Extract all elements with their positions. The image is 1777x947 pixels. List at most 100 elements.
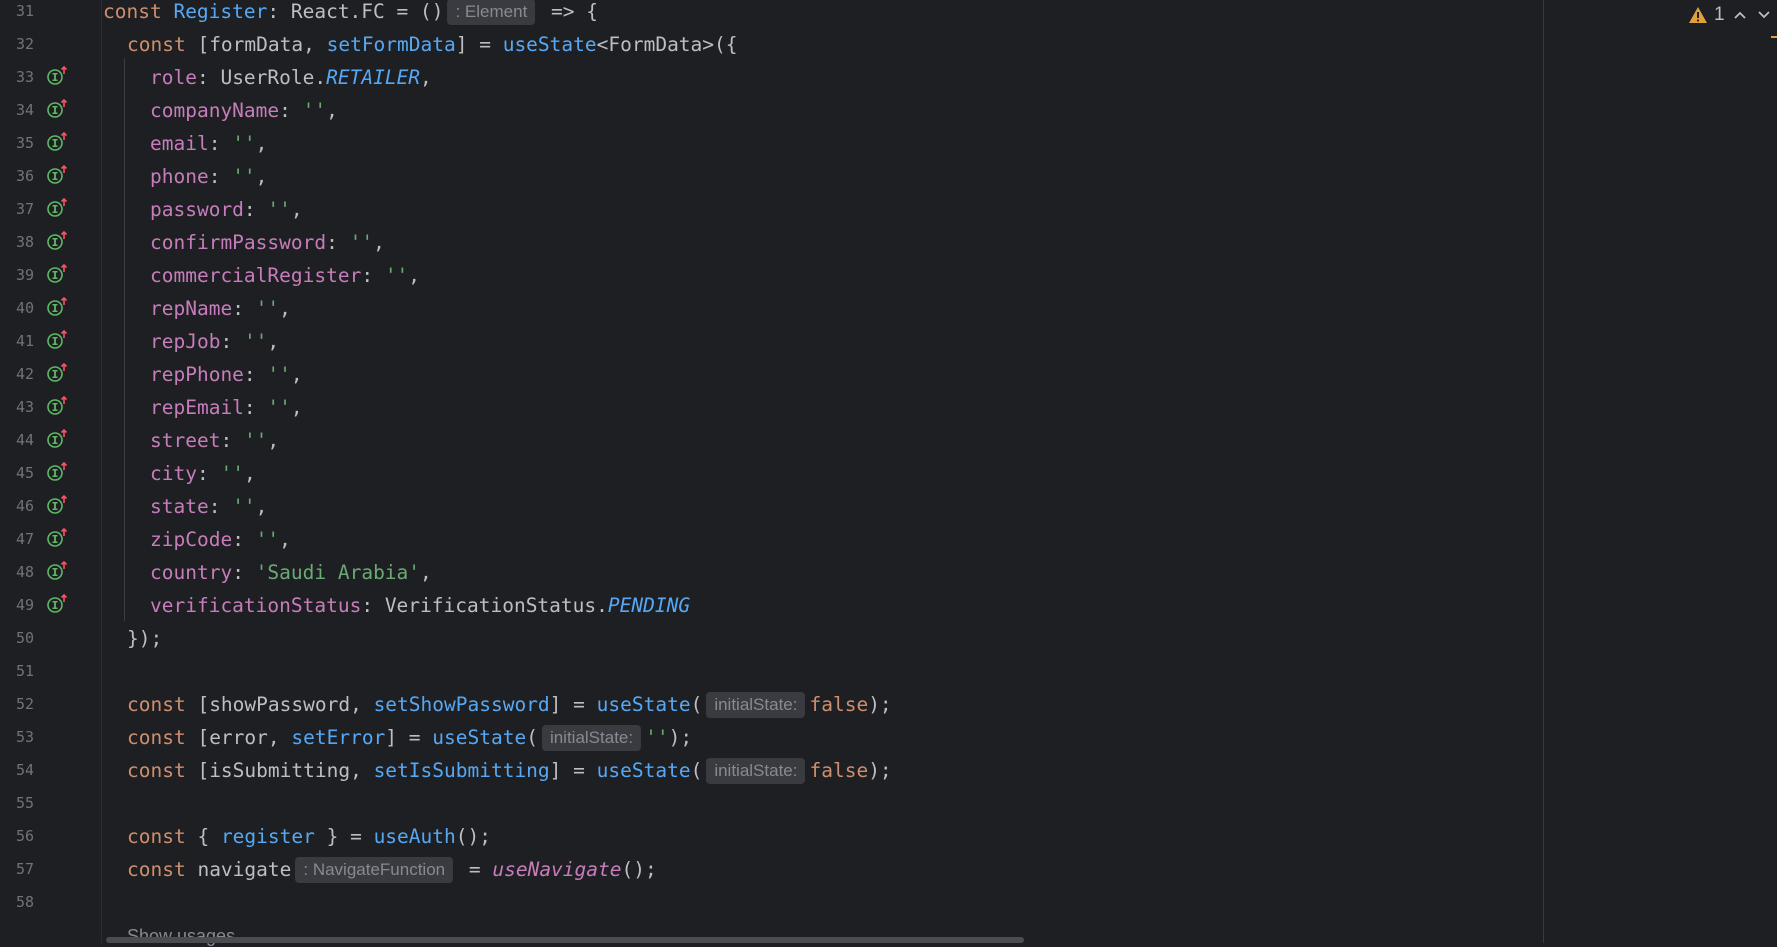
implements-member-icon[interactable] bbox=[46, 362, 68, 384]
code-line-field[interactable]: repJob: '', bbox=[150, 325, 279, 358]
line-number[interactable]: 35 bbox=[0, 127, 34, 160]
implements-member-icon[interactable] bbox=[46, 263, 68, 285]
implements-member-icon[interactable] bbox=[46, 230, 68, 252]
line-number[interactable]: 41 bbox=[0, 325, 34, 358]
implements-member-icon[interactable] bbox=[46, 98, 68, 120]
implements-member-icon[interactable] bbox=[46, 494, 68, 516]
line-number[interactable]: 47 bbox=[0, 523, 34, 556]
inspection-widget[interactable]: 1 bbox=[1688, 2, 1773, 28]
line-number[interactable]: 58 bbox=[0, 886, 34, 919]
code-line-32[interactable]: const [formData, setFormData] = useState… bbox=[127, 28, 738, 61]
line-number[interactable]: 53 bbox=[0, 721, 34, 754]
warning-triangle-icon[interactable] bbox=[1688, 6, 1708, 24]
code-line-54[interactable]: const [isSubmitting, setIsSubmitting] = … bbox=[127, 754, 892, 787]
code-editor[interactable]: 31 32 33 34 35 36 37 38 39 40 41 42 43 44 45 46 47 48 49 50… bbox=[0, 0, 1777, 946]
code-text: (); bbox=[621, 858, 657, 881]
line-number[interactable]: 46 bbox=[0, 490, 34, 523]
code-line-56[interactable]: const { register } = useAuth(); bbox=[127, 820, 491, 853]
chevron-up-icon[interactable] bbox=[1731, 4, 1749, 26]
param-hint[interactable]: initialState: bbox=[706, 758, 806, 784]
line-number[interactable]: 36 bbox=[0, 160, 34, 193]
line-number[interactable]: 52 bbox=[0, 688, 34, 721]
gutter-separator bbox=[101, 0, 102, 943]
code-line-field[interactable]: email: '', bbox=[150, 127, 267, 160]
property-key: password bbox=[150, 198, 244, 221]
code-line-field[interactable]: repName: '', bbox=[150, 292, 291, 325]
param-hint[interactable]: initialState: bbox=[706, 692, 806, 718]
code-line-field[interactable]: password: '', bbox=[150, 193, 303, 226]
horizontal-scrollbar[interactable] bbox=[106, 937, 1024, 943]
line-number[interactable]: 49 bbox=[0, 589, 34, 622]
line-number[interactable]: 33 bbox=[0, 61, 34, 94]
property-key: commercialRegister bbox=[150, 264, 362, 287]
type-hint[interactable]: : NavigateFunction bbox=[295, 857, 454, 883]
line-number[interactable]: 50 bbox=[0, 622, 34, 655]
string-literal: '' bbox=[220, 462, 244, 485]
code-line-field[interactable]: repPhone: '', bbox=[150, 358, 303, 391]
type-hint[interactable]: : Element bbox=[447, 0, 536, 25]
line-number[interactable]: 37 bbox=[0, 193, 34, 226]
code-line-field[interactable]: state: '', bbox=[150, 490, 267, 523]
code-text: : bbox=[232, 561, 256, 584]
property-key: state bbox=[150, 495, 209, 518]
param-hint[interactable]: initialState: bbox=[541, 725, 642, 751]
implements-member-icon[interactable] bbox=[46, 296, 68, 318]
code-line-52[interactable]: const [showPassword, setShowPassword] = … bbox=[127, 688, 892, 721]
line-number[interactable]: 48 bbox=[0, 556, 34, 589]
code-line-53[interactable]: const [error, setError] = useState(initi… bbox=[127, 721, 692, 754]
property-key: confirmPassword bbox=[150, 231, 327, 254]
keyword: const bbox=[103, 0, 174, 23]
warning-count[interactable]: 1 bbox=[1714, 4, 1725, 26]
line-number[interactable]: 32 bbox=[0, 28, 34, 61]
line-number[interactable]: 43 bbox=[0, 391, 34, 424]
implements-member-icon[interactable] bbox=[46, 560, 68, 582]
line-number[interactable]: 51 bbox=[0, 655, 34, 688]
line-number[interactable]: 57 bbox=[0, 853, 34, 886]
implements-member-icon[interactable] bbox=[46, 65, 68, 87]
implements-member-icon[interactable] bbox=[46, 329, 68, 351]
code-line-field[interactable]: confirmPassword: '', bbox=[150, 226, 385, 259]
line-number[interactable]: 55 bbox=[0, 787, 34, 820]
line-number[interactable]: 54 bbox=[0, 754, 34, 787]
line-number[interactable]: 44 bbox=[0, 424, 34, 457]
line-number[interactable]: 38 bbox=[0, 226, 34, 259]
implements-member-icon[interactable] bbox=[46, 428, 68, 450]
property-key: repEmail bbox=[150, 396, 244, 419]
line-number[interactable]: 34 bbox=[0, 94, 34, 127]
line-number[interactable]: 45 bbox=[0, 457, 34, 490]
line-number[interactable]: 40 bbox=[0, 292, 34, 325]
code-text: : bbox=[326, 231, 350, 254]
code-line-50[interactable]: }); bbox=[127, 622, 162, 655]
hook-name: useState bbox=[502, 33, 597, 56]
line-number[interactable]: 31 bbox=[0, 0, 34, 28]
line-number[interactable]: 42 bbox=[0, 358, 34, 391]
code-line-57[interactable]: const navigate: NavigateFunction = useNa… bbox=[127, 853, 657, 886]
code-line-field[interactable]: phone: '', bbox=[150, 160, 267, 193]
implements-member-icon[interactable] bbox=[46, 197, 68, 219]
code-line-field[interactable]: repEmail: '', bbox=[150, 391, 303, 424]
code-text: }); bbox=[127, 627, 163, 650]
code-line-field[interactable]: commercialRegister: '', bbox=[150, 259, 420, 292]
implements-member-icon[interactable] bbox=[46, 527, 68, 549]
line-number[interactable]: 56 bbox=[0, 820, 34, 853]
code-line-field[interactable]: country: 'Saudi Arabia', bbox=[150, 556, 432, 589]
line-number[interactable]: 39 bbox=[0, 259, 34, 292]
code-line-31[interactable]: const Register: React.FC = (): Element =… bbox=[103, 0, 598, 28]
implements-member-icon[interactable] bbox=[46, 395, 68, 417]
implements-member-icon[interactable] bbox=[46, 164, 68, 186]
hook-name: useState bbox=[596, 693, 691, 716]
code-line-field[interactable]: city: '', bbox=[150, 457, 256, 490]
implements-member-icon[interactable] bbox=[46, 461, 68, 483]
implements-member-icon[interactable] bbox=[46, 131, 68, 153]
chevron-down-icon[interactable] bbox=[1755, 4, 1773, 26]
string-literal: '' bbox=[243, 429, 268, 452]
code-line-field[interactable]: verificationStatus: VerificationStatus.P… bbox=[150, 589, 690, 622]
code-line-field[interactable]: street: '', bbox=[150, 424, 279, 457]
code-line-field[interactable]: companyName: '', bbox=[150, 94, 338, 127]
scrollbar-warning-mark[interactable] bbox=[1771, 36, 1777, 38]
code-text: ] = bbox=[549, 693, 597, 716]
code-line-field[interactable]: role: UserRole.RETAILER, bbox=[150, 61, 432, 94]
code-line-field[interactable]: zipCode: '', bbox=[150, 523, 291, 556]
code-text: : bbox=[243, 363, 268, 386]
implements-member-icon[interactable] bbox=[46, 593, 68, 615]
